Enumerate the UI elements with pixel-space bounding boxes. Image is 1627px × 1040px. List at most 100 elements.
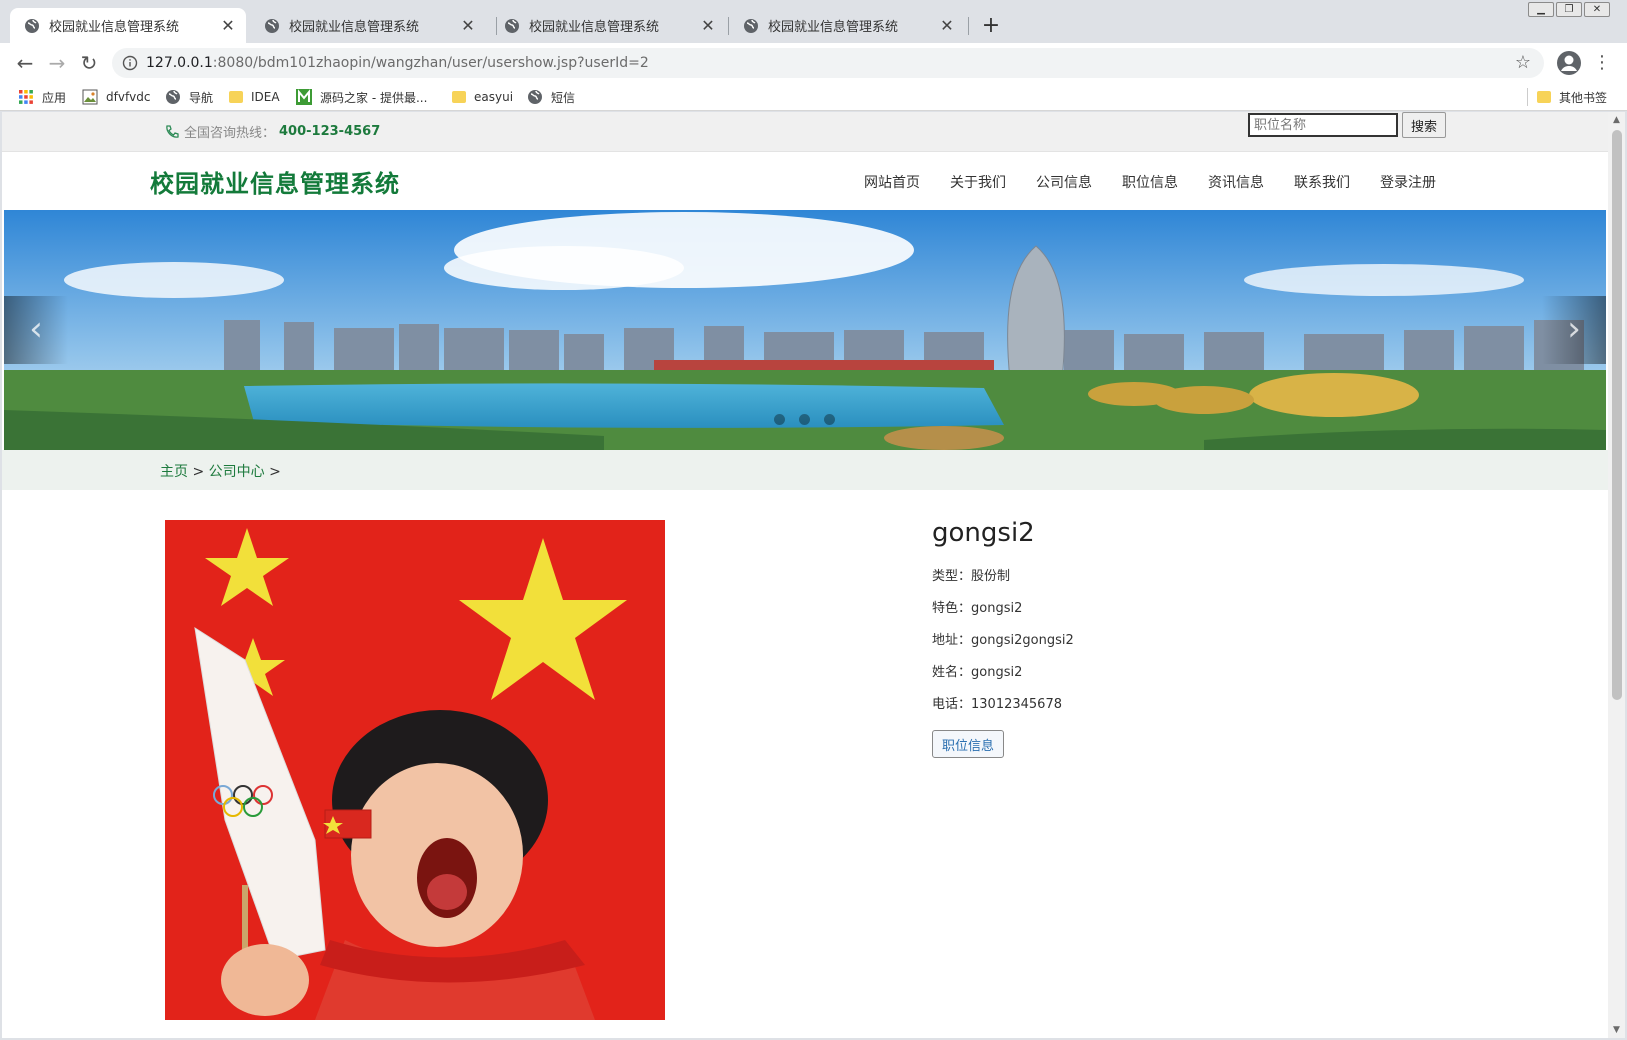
page-scrollbar[interactable]: ▲ ▼ — [1608, 112, 1625, 1038]
company-photo — [165, 520, 665, 1020]
m-logo-icon — [296, 89, 312, 105]
carousel-indicators — [774, 414, 849, 425]
apps-grid-icon — [19, 90, 33, 104]
browser-toolbar: ← → ↻ 127.0.0.1:8080/bdm101zhaopin/wangz… — [0, 43, 1627, 83]
bookmark-easyui[interactable]: easyui — [452, 87, 513, 107]
forward-arrow-icon[interactable]: → — [45, 51, 69, 75]
nav-contact[interactable]: 联系我们 — [1294, 172, 1350, 192]
carousel-prev-button[interactable]: ‹ — [4, 296, 68, 364]
browser-tab-1[interactable]: 校园就业信息管理系统 ✕ — [10, 8, 246, 43]
nav-home[interactable]: 网站首页 — [864, 172, 920, 192]
bookmark-nav[interactable]: 导航 — [165, 87, 213, 107]
info-icon[interactable] — [122, 55, 138, 71]
bookmark-yuanma[interactable]: 源码之家 - 提供最... — [296, 87, 427, 107]
profile-avatar-icon[interactable] — [1556, 50, 1582, 76]
tab-title: 校园就业信息管理系统 — [768, 20, 899, 35]
breadcrumb-separator: > — [188, 464, 209, 480]
nav-login-register[interactable]: 登录注册 — [1380, 172, 1436, 192]
nav-jobs[interactable]: 职位信息 — [1122, 172, 1178, 192]
company-address: 地址：gongsi2gongsi2 — [932, 630, 1074, 662]
breadcrumb-separator: > — [264, 464, 281, 480]
close-window-icon[interactable]: ✕ — [1584, 2, 1610, 17]
globe-icon — [505, 18, 519, 33]
globe-icon — [265, 18, 279, 33]
nav-about[interactable]: 关于我们 — [950, 172, 1006, 192]
bookmark-sms[interactable]: 短信 — [527, 87, 575, 107]
carousel-dot[interactable] — [799, 414, 810, 425]
carousel-dot[interactable] — [774, 414, 785, 425]
url-path: :8080/bdm101zhaopin/wangzhan/user/usersh… — [212, 55, 649, 71]
new-tab-icon[interactable]: + — [979, 14, 1003, 38]
other-bookmarks[interactable]: 其他书签 — [1537, 87, 1607, 107]
globe-icon — [744, 18, 758, 33]
tab-title: 校园就业信息管理系统 — [49, 20, 180, 35]
hotline-label: 全国咨询热线： — [184, 126, 276, 141]
job-search-input[interactable] — [1248, 113, 1398, 137]
folder-icon — [229, 91, 243, 103]
close-tab-icon[interactable]: ✕ — [939, 17, 955, 34]
more-menu-icon[interactable]: ⋮ — [1592, 51, 1612, 75]
close-tab-icon[interactable]: ✕ — [700, 17, 716, 34]
site-brand[interactable]: 校园就业信息管理系统 — [150, 164, 400, 199]
bookmark-label: 导航 — [189, 90, 214, 105]
browser-tab-4[interactable]: 校园就业信息管理系统 ✕ — [729, 8, 965, 43]
breadcrumb-bar: 主页 > 公司中心 > — [2, 450, 1608, 490]
tab-title: 校园就业信息管理系统 — [289, 20, 420, 35]
flag-child-image — [165, 520, 665, 1020]
folder-icon — [1537, 91, 1551, 103]
restore-icon[interactable]: ❐ — [1556, 2, 1582, 17]
bookmark-label: dfvfvdc — [106, 90, 151, 104]
bookmark-star-icon[interactable]: ☆ — [1512, 52, 1534, 74]
scroll-down-icon[interactable]: ▼ — [1608, 1022, 1625, 1038]
address-bar[interactable]: 127.0.0.1:8080/bdm101zhaopin/wangzhan/us… — [112, 48, 1544, 78]
bookmark-apps[interactable]: 应用 — [18, 87, 66, 107]
company-name: gongsi2 — [932, 518, 1035, 548]
site-topbar: 全国咨询热线： 400-123-4567 搜索 — [2, 112, 1608, 152]
minimize-icon[interactable]: ▁ — [1528, 2, 1554, 17]
bookmark-label: 应用 — [42, 90, 67, 105]
bookmark-idea[interactable]: IDEA — [229, 87, 280, 107]
banner-carousel[interactable]: ‹ › — [4, 210, 1606, 450]
scroll-up-icon[interactable]: ▲ — [1608, 112, 1625, 128]
folder-icon — [452, 91, 466, 103]
image-icon — [82, 89, 98, 105]
search-button[interactable]: 搜索 — [1402, 112, 1446, 138]
page-viewport: 全国咨询热线： 400-123-4567 搜索 校园就业信息管理系统 网站首页 … — [2, 112, 1608, 1038]
company-info: gongsi2 类型：股份制 特色： gongsi2 地址：gongsi2gong… — [932, 518, 1074, 758]
field-value: 13012345678 — [971, 697, 1062, 712]
field-value: gongsi2 — [971, 665, 1023, 680]
field-label: 姓名： — [932, 665, 972, 680]
company-contact-name: 姓名：gongsi2 — [932, 662, 1074, 694]
reload-icon[interactable]: ↻ — [77, 51, 101, 75]
browser-tab-2[interactable]: 校园就业信息管理系统 ✕ — [250, 8, 486, 43]
bookmark-label: IDEA — [251, 90, 280, 104]
globe-icon — [25, 18, 39, 33]
other-bookmarks-label: 其他书签 — [1559, 90, 1608, 105]
close-tab-icon[interactable]: ✕ — [460, 17, 476, 34]
browser-tab-3[interactable]: 校园就业信息管理系统 ✕ — [490, 8, 726, 43]
job-info-button[interactable]: 职位信息 — [932, 730, 1004, 758]
url-host: 127.0.0.1 — [146, 55, 213, 71]
field-label: 特色： — [932, 601, 972, 616]
bookmark-dfvfvdc[interactable]: dfvfvdc — [82, 87, 150, 107]
breadcrumb-home[interactable]: 主页 — [160, 464, 188, 480]
phone-icon — [166, 124, 179, 138]
close-tab-icon[interactable]: ✕ — [220, 17, 236, 34]
tab-separator — [968, 17, 969, 35]
carousel-dot[interactable] — [824, 414, 835, 425]
field-value: gongsi2gongsi2 — [971, 633, 1074, 648]
hotline: 全国咨询热线： 400-123-4567 — [164, 122, 380, 141]
nav-companies[interactable]: 公司信息 — [1036, 172, 1092, 192]
scrollbar-thumb[interactable] — [1612, 130, 1622, 700]
back-arrow-icon[interactable]: ← — [13, 51, 37, 75]
bookmark-label: 短信 — [551, 90, 576, 105]
nav-news[interactable]: 资讯信息 — [1208, 172, 1264, 192]
main-nav: 网站首页 关于我们 公司信息 职位信息 资讯信息 联系我们 登录注册 — [864, 172, 1436, 192]
carousel-next-button[interactable]: › — [1542, 296, 1606, 364]
company-type: 类型：股份制 — [932, 566, 1074, 598]
breadcrumb-company-center[interactable]: 公司中心 — [209, 464, 265, 480]
tab-title: 校园就业信息管理系统 — [529, 20, 660, 35]
breadcrumb: 主页 > 公司中心 > — [160, 461, 281, 481]
field-label: 电话： — [932, 697, 972, 712]
url-text[interactable]: 127.0.0.1:8080/bdm101zhaopin/wangzhan/us… — [146, 48, 649, 78]
